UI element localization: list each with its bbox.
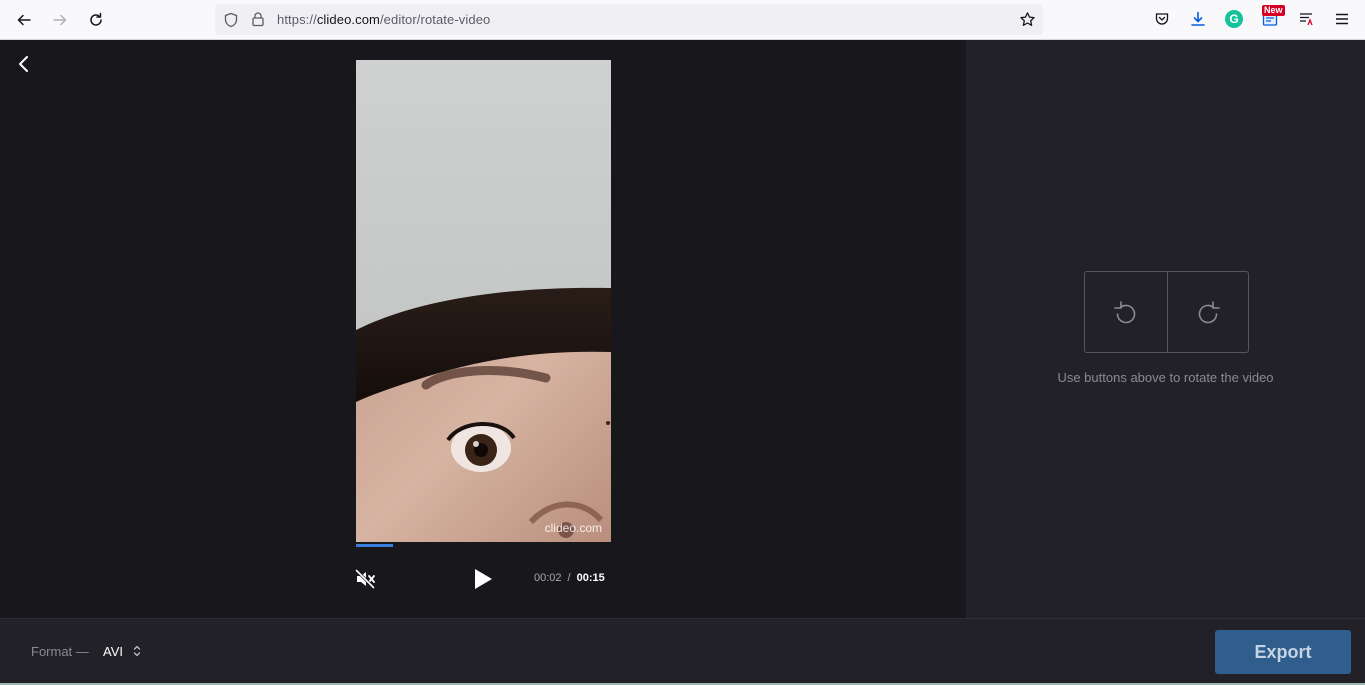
time-display: 00:02 / 00:15	[534, 572, 605, 584]
reader-icon[interactable]	[1297, 10, 1315, 28]
bottom-bar: Format — AVI Export	[0, 618, 1365, 685]
play-icon[interactable]	[472, 567, 494, 591]
download-icon[interactable]	[1189, 10, 1207, 28]
video-preview[interactable]: clideo.com	[356, 60, 611, 542]
bookmark-star-icon[interactable]	[1019, 11, 1036, 28]
menu-icon[interactable]	[1333, 10, 1351, 28]
rotate-left-button[interactable]	[1085, 272, 1167, 352]
total-time: 00:15	[576, 572, 605, 584]
format-label: Format —	[31, 644, 89, 659]
rotate-hint: Use buttons above to rotate the video	[1057, 370, 1274, 385]
progress-fill	[356, 544, 393, 547]
rotate-left-icon	[1113, 301, 1136, 324]
sort-arrows-icon	[133, 645, 141, 657]
reload-icon[interactable]	[82, 6, 110, 34]
rotate-controls	[1084, 271, 1249, 353]
video-frame-image	[356, 287, 611, 542]
format-value: AVI	[103, 643, 123, 659]
url-bar[interactable]: https://clideo.com/editor/rotate-video	[215, 4, 1043, 35]
watermark: clideo.com	[544, 521, 602, 535]
time-separator: /	[567, 572, 571, 584]
format-select[interactable]: AVI	[103, 640, 141, 662]
mute-icon[interactable]	[354, 568, 376, 590]
shield-icon[interactable]	[223, 12, 239, 28]
pocket-icon[interactable]	[1153, 10, 1171, 28]
rotate-right-button[interactable]	[1166, 272, 1249, 352]
rotate-right-icon	[1198, 301, 1220, 324]
back-icon[interactable]	[10, 6, 38, 34]
editor-app: clideo.com 00:02 / 00:15 Use buttons above…	[0, 40, 1365, 685]
progress-bar[interactable]	[356, 544, 611, 547]
export-button[interactable]: Export	[1215, 630, 1351, 674]
new-badge: New	[1262, 5, 1285, 16]
current-time: 00:02	[534, 572, 562, 584]
lock-icon[interactable]	[250, 11, 266, 27]
preview-area: clideo.com 00:02 / 00:15	[0, 40, 966, 618]
url-text[interactable]: https://clideo.com/editor/rotate-video	[277, 12, 490, 27]
grammarly-icon[interactable]: G	[1225, 10, 1243, 28]
forward-icon[interactable]	[46, 6, 74, 34]
browser-toolbar: https://clideo.com/editor/rotate-video G…	[0, 0, 1365, 40]
back-arrow-icon[interactable]	[14, 54, 34, 74]
